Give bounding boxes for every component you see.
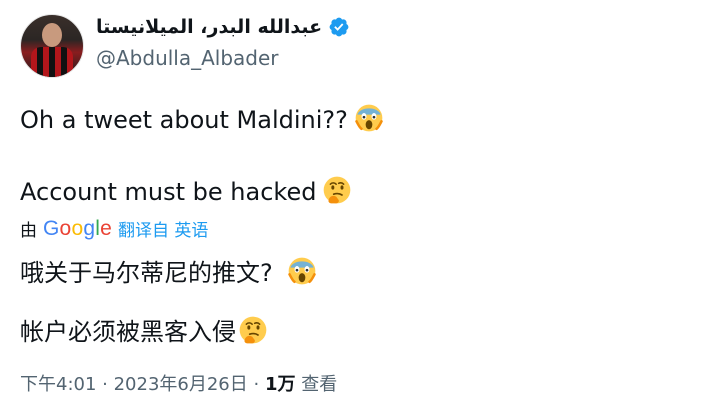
thinking-emoji-icon <box>239 316 267 344</box>
author-handle[interactable]: @Abdulla_Albader <box>96 46 279 70</box>
author-names: عبدالله البدر، الميلانيستا @Abdulla_Alba… <box>96 10 656 80</box>
views-label: 查看 <box>301 374 338 395</box>
tweet-time[interactable]: 下午4:01 <box>20 374 96 395</box>
meta-separator: · <box>96 374 114 395</box>
views-count: 1万 <box>264 374 296 395</box>
scream-emoji-icon <box>355 104 383 132</box>
tweet-text-line-2: Account must be hacked <box>20 175 352 206</box>
tweet-translated-line-2: 帐户必须被黑客入侵 <box>20 312 268 347</box>
scream-emoji-icon <box>288 257 316 285</box>
tweet-header: عبدالله البدر، الميلانيستا @Abdulla_Alba… <box>20 10 700 80</box>
tweet-text-line-1: Oh a tweet about Maldini?? <box>20 103 384 134</box>
author-display-name[interactable]: عبدالله البدر، الميلانيستا <box>96 16 322 38</box>
tweet-card: عبدالله البدر، الميلانيستا @Abdulla_Alba… <box>0 0 720 409</box>
verified-badge-icon <box>329 17 349 37</box>
meta-separator: · <box>247 374 265 395</box>
translated-by-prefix: 由 <box>20 221 37 241</box>
google-logo: Google <box>43 216 112 240</box>
tweet-date[interactable]: 2023年6月26日 <box>114 374 248 395</box>
translation-attribution: 由 Google 翻译自 英语 <box>20 216 208 242</box>
tweet-translated-line-1: 哦关于马尔蒂尼的推文? <box>20 253 317 288</box>
thinking-emoji-icon <box>324 176 351 204</box>
translated-from-link[interactable]: 翻译自 英语 <box>118 216 208 241</box>
author-avatar[interactable] <box>20 14 84 78</box>
tweet-meta: 下午4:01 · 2023年6月26日 · 1万 查看 <box>20 370 337 396</box>
